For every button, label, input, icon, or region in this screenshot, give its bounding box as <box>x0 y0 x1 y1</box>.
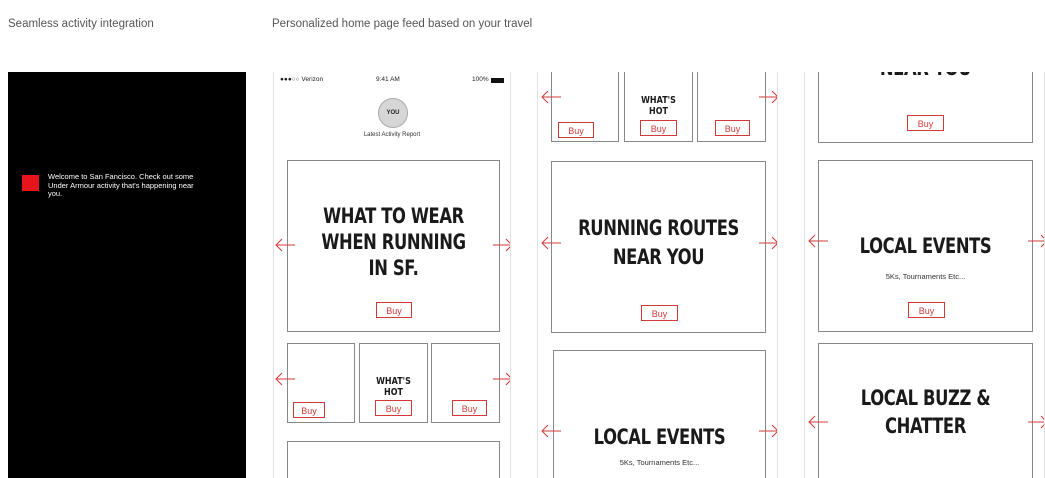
arrow-left-icon[interactable] <box>274 372 296 386</box>
buy-button[interactable]: Buy <box>908 302 945 318</box>
card-whats-hot[interactable]: WHAT'S HOT Buy <box>624 72 693 142</box>
card-subtitle: 5Ks, Tournaments Etc... <box>885 272 966 281</box>
caption-activity-integration: Seamless activity integration <box>8 18 154 30</box>
activity-report-label[interactable]: Latest Activity Report <box>274 132 510 138</box>
arrow-left-icon[interactable] <box>807 415 829 429</box>
arrow-left-icon[interactable] <box>807 234 829 248</box>
avatar[interactable]: YOU <box>378 98 408 128</box>
card-title-line: WHAT TO WEAR <box>323 204 464 228</box>
battery-label: 100% <box>472 76 489 83</box>
card-local-buzz[interactable]: LOCAL BUZZ & CHATTER <box>818 343 1033 478</box>
card-title: LOCAL EVENTS <box>593 425 726 449</box>
card-title-line: RUNNING ROUTES <box>578 216 739 240</box>
card-small[interactable]: Buy <box>551 72 619 142</box>
arrow-right-icon[interactable] <box>758 90 778 104</box>
buy-button[interactable]: Buy <box>375 400 412 416</box>
buy-button[interactable]: Buy <box>293 402 325 418</box>
card-whats-hot[interactable]: WHAT'S HOT Buy <box>359 343 428 423</box>
card-small[interactable]: Buy <box>697 72 766 142</box>
arrow-right-icon[interactable] <box>492 372 511 386</box>
card-title-line: WHEN RUNNING <box>321 230 466 254</box>
notification-screen: Welcome to San Fancisco. Check out some … <box>8 72 246 478</box>
arrow-left-icon[interactable] <box>274 238 296 252</box>
card-local-events[interactable]: LOCAL EVENTS 5Ks, Tournaments Etc... <box>553 350 766 478</box>
arrow-left-icon[interactable] <box>540 90 562 104</box>
buy-button[interactable]: Buy <box>376 302 412 318</box>
card-subtitle: 5Ks, Tournaments Etc... <box>619 458 700 467</box>
battery-icon <box>491 78 504 83</box>
buy-button[interactable]: Buy <box>641 305 678 321</box>
arrow-left-icon[interactable] <box>540 424 562 438</box>
notification-text[interactable]: Welcome to San Fancisco. Check out some … <box>48 172 208 199</box>
phone-feed-bottom: NEAR YOU Buy LOCAL EVENTS 5Ks, Tournamen… <box>804 72 1045 478</box>
card-title-line: IN SF. <box>368 256 419 280</box>
carrier-label: ●●●○○ Verizon <box>280 76 324 83</box>
card-next[interactable] <box>287 441 500 478</box>
notification-icon <box>22 175 39 191</box>
phone-home-feed: ●●●○○ Verizon 9:41 AM 100% YOU Latest Ac… <box>273 72 511 478</box>
card-title: NEAR YOU <box>842 72 1008 81</box>
phone-feed-scrolled: Buy WHAT'S HOT Buy Buy RUNNING ROUTES NE… <box>537 72 778 478</box>
card-running-routes-partial[interactable]: NEAR YOU Buy <box>818 72 1033 143</box>
card-title: WHAT'S HOT <box>641 95 676 117</box>
arrow-right-icon[interactable] <box>1027 415 1045 429</box>
card-small[interactable]: Buy <box>287 343 355 423</box>
card-small[interactable]: Buy <box>431 343 500 423</box>
card-title: LOCAL EVENTS <box>859 234 992 258</box>
card-local-events[interactable]: LOCAL EVENTS 5Ks, Tournaments Etc... Buy <box>818 160 1033 332</box>
time-label: 9:41 AM <box>376 76 400 83</box>
card-running-routes[interactable]: RUNNING ROUTES NEAR YOU Buy <box>551 161 766 333</box>
card-title-line: CHATTER <box>885 414 966 438</box>
card-title-line: NEAR YOU <box>612 245 705 269</box>
card-title: WHAT'S HOT <box>376 376 411 398</box>
buy-button[interactable]: Buy <box>558 122 594 138</box>
buy-button[interactable]: Buy <box>907 115 944 131</box>
arrow-right-icon[interactable] <box>758 236 778 250</box>
arrow-right-icon[interactable] <box>758 424 778 438</box>
arrow-right-icon[interactable] <box>1027 234 1045 248</box>
arrow-left-icon[interactable] <box>540 236 562 250</box>
buy-button[interactable]: Buy <box>452 400 487 416</box>
card-what-to-wear[interactable]: WHAT TO WEAR WHEN RUNNING IN SF. Buy <box>287 160 500 332</box>
card-title-line: LOCAL BUZZ & <box>860 386 991 410</box>
buy-button[interactable]: Buy <box>640 120 677 136</box>
caption-personalized-feed: Personalized home page feed based on you… <box>272 18 533 30</box>
buy-button[interactable]: Buy <box>715 120 750 136</box>
arrow-right-icon[interactable] <box>492 238 511 252</box>
